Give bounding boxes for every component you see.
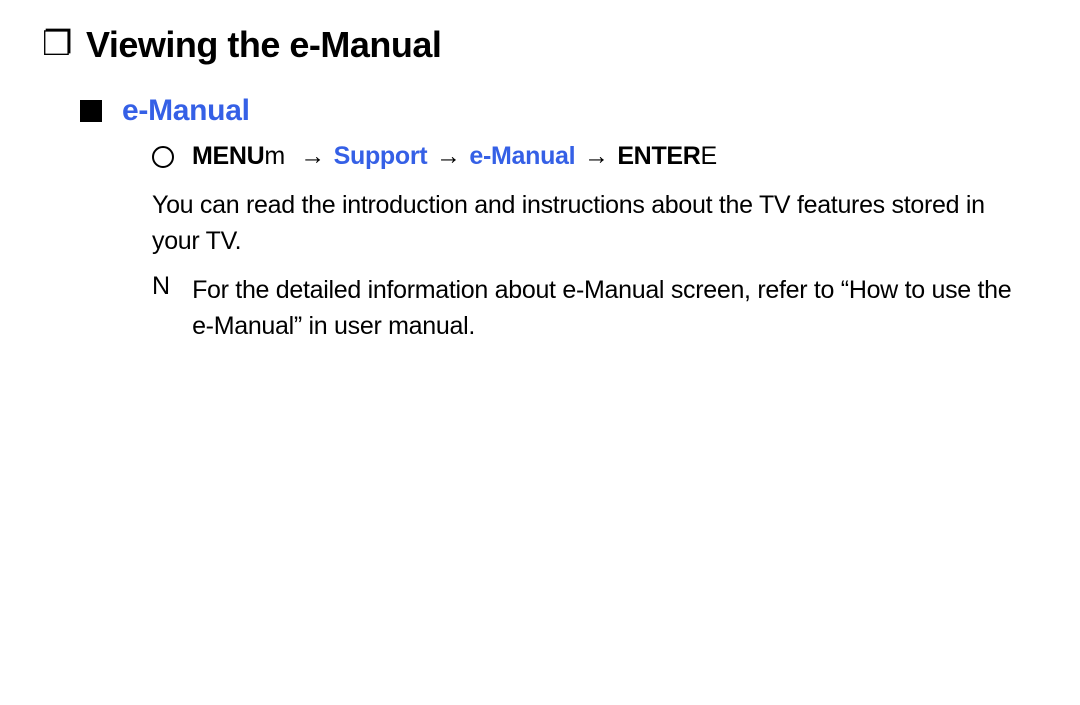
circle-bullet-icon bbox=[152, 146, 174, 168]
page-title: Viewing the e-Manual bbox=[86, 24, 441, 66]
nav-arrow-icon: → bbox=[300, 142, 325, 170]
nav-step-emanual: e-Manual bbox=[469, 142, 575, 170]
book-icon: ❐ bbox=[42, 29, 74, 61]
note-row: N For the detailed information about e-M… bbox=[152, 272, 1030, 345]
square-bullet-icon bbox=[80, 100, 102, 122]
nav-enter-label: ENTER bbox=[617, 142, 700, 170]
nav-menu-suffix: m bbox=[264, 142, 285, 170]
note-text: For the detailed information about e-Man… bbox=[192, 272, 1030, 345]
section-heading-row: e-Manual bbox=[80, 94, 1030, 128]
nav-arrow-icon: → bbox=[436, 142, 461, 170]
body-paragraph: You can read the introduction and instru… bbox=[152, 187, 1030, 260]
nav-menu-label: MENU bbox=[192, 142, 264, 170]
nav-path: MENUm → Support → e-Manual → ENTERE bbox=[192, 142, 717, 171]
section-heading: e-Manual bbox=[122, 94, 250, 128]
note-marker: N bbox=[152, 272, 170, 301]
nav-step-support: Support bbox=[334, 142, 428, 170]
nav-enter-suffix: E bbox=[701, 142, 717, 170]
nav-path-row: MENUm → Support → e-Manual → ENTERE bbox=[152, 142, 1030, 171]
nav-arrow-icon: → bbox=[584, 142, 609, 170]
page-title-row: ❐ Viewing the e-Manual bbox=[42, 24, 1030, 66]
